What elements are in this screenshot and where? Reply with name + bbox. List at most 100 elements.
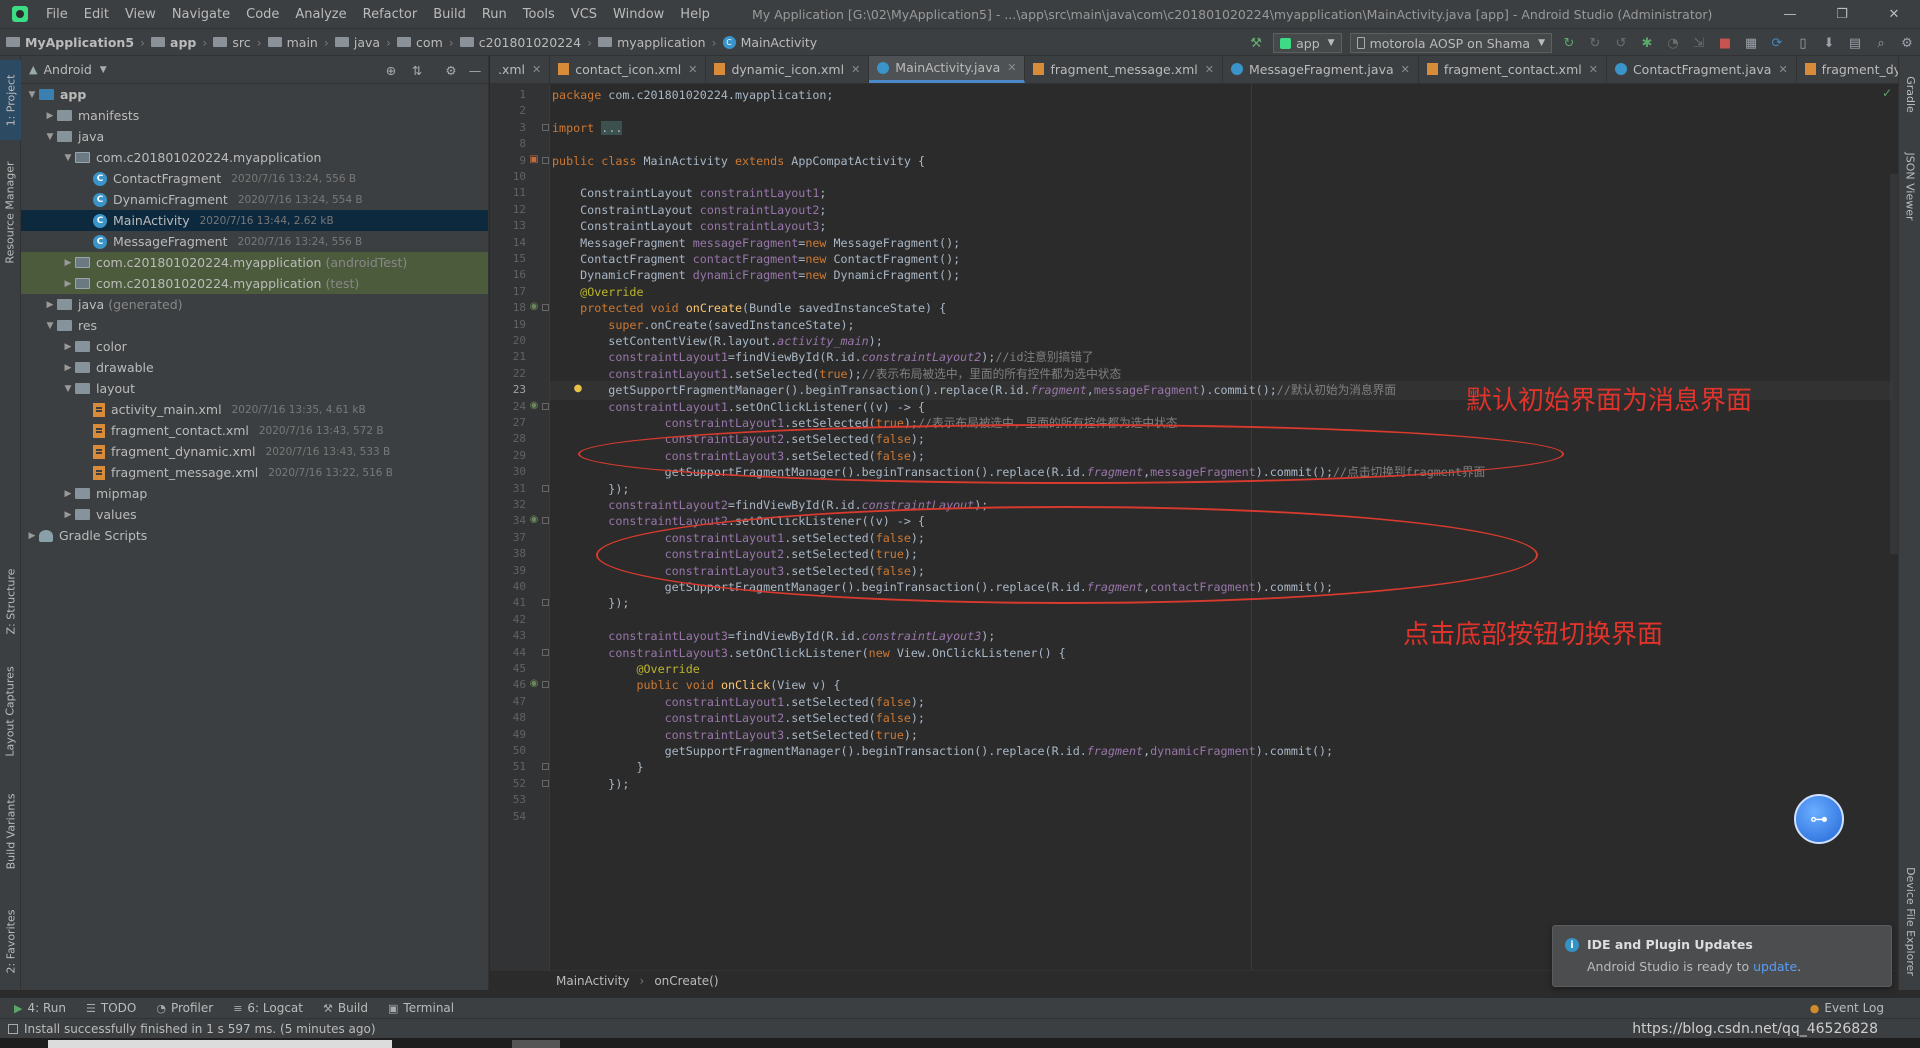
close-tab-icon[interactable]: ✕ [1401, 63, 1410, 76]
tree-item[interactable]: ▼ com.c201801020224.myapplication [21, 147, 488, 168]
settings-icon[interactable]: ⚙ [1895, 31, 1919, 55]
expanded-arrow-icon[interactable]: ▼ [61, 384, 75, 394]
attach-debugger-icon[interactable]: ⇲ [1687, 31, 1711, 55]
expanded-arrow-icon[interactable]: ▼ [43, 132, 57, 142]
override-marker-icon[interactable]: ◉ [528, 678, 540, 690]
tab-favorites[interactable]: 2: Favorites [0, 896, 21, 986]
search-icon[interactable]: ⌕ [1869, 31, 1893, 55]
close-tab-icon[interactable]: ✕ [688, 63, 697, 76]
editor-tab[interactable]: ContactFragment.java ✕ [1607, 56, 1797, 83]
menu-refactor[interactable]: Refactor [355, 7, 426, 22]
tab-json-viewer[interactable]: JSON Viewer [1899, 136, 1920, 236]
collapsed-arrow-icon[interactable]: ▶ [61, 489, 75, 499]
tree-item[interactable]: ▶ values [21, 504, 488, 525]
editor-tab[interactable]: MainActivity.java ✕ [869, 56, 1026, 83]
close-tab-icon[interactable]: ✕ [532, 63, 541, 76]
editor-tab[interactable]: fragment_dynamic.xml✕ [1797, 56, 1898, 83]
debug-bug-icon[interactable]: ✱ [1635, 31, 1659, 55]
project-structure-icon[interactable]: ▦ [1739, 31, 1763, 55]
fold-marker-icon[interactable] [542, 779, 549, 787]
tab-logcat[interactable]: ≡ 6: Logcat [233, 1001, 303, 1015]
tree-item[interactable]: C DynamicFragment 2020/7/16 13:24, 554 B [21, 189, 488, 210]
avd-manager-icon[interactable]: ▯ [1791, 31, 1815, 55]
stop-icon[interactable]: ■ [1713, 31, 1737, 55]
tree-item[interactable]: fragment_dynamic.xml 2020/7/16 13:43, 533… [21, 441, 488, 462]
collapsed-arrow-icon[interactable]: ▶ [61, 342, 75, 352]
update-link[interactable]: update [1753, 959, 1797, 974]
collapsed-arrow-icon[interactable]: ▶ [61, 510, 75, 520]
tree-item[interactable]: fragment_message.xml 2020/7/16 13:22, 516… [21, 462, 488, 483]
make-project-hammer-icon[interactable]: ⚒ [1244, 31, 1268, 55]
restore-button[interactable]: ❐ [1816, 0, 1868, 28]
tree-item[interactable]: ▶ drawable [21, 357, 488, 378]
tab-profiler[interactable]: ◔ Profiler [156, 1001, 213, 1015]
crumb-src[interactable]: src › [207, 35, 262, 50]
override-marker-icon[interactable]: ◉ [528, 301, 540, 313]
tab-project[interactable]: 1: Project [0, 60, 21, 140]
profile-icon[interactable]: ◔ [1661, 31, 1685, 55]
device-select[interactable]: motorola AOSP on Shama ▼ [1349, 33, 1552, 53]
collapse-all-icon[interactable]: ⇅ [407, 60, 427, 80]
project-view-select[interactable]: Android [43, 62, 91, 77]
tree-item[interactable]: fragment_contact.xml 2020/7/16 13:43, 572… [21, 420, 488, 441]
crumb-app[interactable]: app › [145, 35, 207, 50]
tab-event-log[interactable]: ● Event Log [1810, 1001, 1884, 1015]
menu-analyze[interactable]: Analyze [287, 7, 354, 22]
tab-todo[interactable]: ☰ TODO [86, 1001, 136, 1015]
breadcrumb-class[interactable]: MainActivity [556, 974, 630, 988]
close-tab-icon[interactable]: ✕ [1007, 61, 1016, 74]
collapsed-arrow-icon[interactable]: ▶ [61, 279, 75, 289]
fold-marker-icon[interactable] [542, 123, 549, 131]
tab-resource-manager[interactable]: Resource Manager [0, 152, 21, 272]
tab-build[interactable]: ⚒ Build [323, 1001, 368, 1015]
crumb-main[interactable]: main › [262, 35, 329, 50]
locate-file-icon[interactable]: ⊕ [381, 60, 401, 80]
tab-run[interactable]: ▶ 4: Run [14, 1001, 66, 1015]
crumb-project[interactable]: MyApplication5 › [0, 35, 145, 50]
collapsed-arrow-icon[interactable]: ▶ [43, 111, 57, 121]
tab-terminal[interactable]: ▣ Terminal [388, 1001, 454, 1015]
close-tab-icon[interactable]: ✕ [1778, 63, 1787, 76]
tree-item[interactable]: C MainActivity 2020/7/16 13:44, 2.62 kB [21, 210, 488, 231]
crumb-mainactivity[interactable]: C MainActivity [717, 35, 817, 50]
editor-scrollbar[interactable] [1890, 174, 1898, 554]
apply-changes-icon[interactable]: ↻ [1583, 31, 1607, 55]
editor-tab[interactable]: .xml ✕ [490, 56, 551, 83]
related-files-icon[interactable]: ▣ [528, 154, 540, 166]
tree-item[interactable]: C MessageFragment 2020/7/16 13:24, 556 B [21, 231, 488, 252]
expanded-arrow-icon[interactable]: ▼ [61, 153, 75, 163]
tab-device-file-explorer[interactable]: Device File Explorer [1899, 856, 1920, 986]
tab-gradle[interactable]: Gradle [1899, 64, 1920, 124]
minimize-button[interactable]: — [1764, 0, 1816, 28]
override-marker-icon[interactable]: ◉ [528, 514, 540, 526]
menu-run[interactable]: Run [474, 7, 515, 22]
status-toggle-icon[interactable] [8, 1023, 18, 1034]
collapsed-arrow-icon[interactable]: ▶ [25, 531, 39, 541]
tree-item[interactable]: C ContactFragment 2020/7/16 13:24, 556 B [21, 168, 488, 189]
collapsed-arrow-icon[interactable]: ▶ [43, 300, 57, 310]
fold-marker-icon[interactable] [542, 304, 549, 312]
crumb-c201801020224[interactable]: c201801020224 › [454, 35, 592, 50]
editor-tab[interactable]: MessageFragment.java ✕ [1223, 56, 1419, 83]
editor-tab[interactable]: fragment_contact.xml ✕ [1419, 56, 1607, 83]
expanded-arrow-icon[interactable]: ▼ [25, 90, 39, 100]
fold-marker-icon[interactable] [542, 156, 549, 164]
tab-structure[interactable]: Z: Structure [0, 556, 21, 646]
tree-item[interactable]: ▼ layout [21, 378, 488, 399]
fold-marker-icon[interactable] [542, 681, 549, 689]
breadcrumb-method[interactable]: onCreate() [654, 974, 718, 988]
menu-help[interactable]: Help [672, 7, 718, 22]
apply-code-changes-icon[interactable]: ↺ [1609, 31, 1633, 55]
close-tab-icon[interactable]: ✕ [851, 63, 860, 76]
tree-item[interactable]: ▶ Gradle Scripts [21, 525, 488, 546]
tree-item[interactable]: ▶ com.c201801020224.myapplication (test) [21, 273, 488, 294]
tree-item[interactable]: ▶ com.c201801020224.myapplication (android… [21, 252, 488, 273]
fold-marker-icon[interactable] [542, 484, 549, 492]
tree-item[interactable]: ▼ java [21, 126, 488, 147]
sdk-manager-icon[interactable]: ⬇ [1817, 31, 1841, 55]
menu-file[interactable]: File [38, 7, 76, 22]
run-config-select[interactable]: app ▼ [1273, 33, 1342, 53]
override-marker-icon[interactable]: ◉ [528, 400, 540, 412]
menu-window[interactable]: Window [605, 7, 672, 22]
tree-item[interactable]: activity_main.xml 2020/7/16 13:35, 4.61 k… [21, 399, 488, 420]
